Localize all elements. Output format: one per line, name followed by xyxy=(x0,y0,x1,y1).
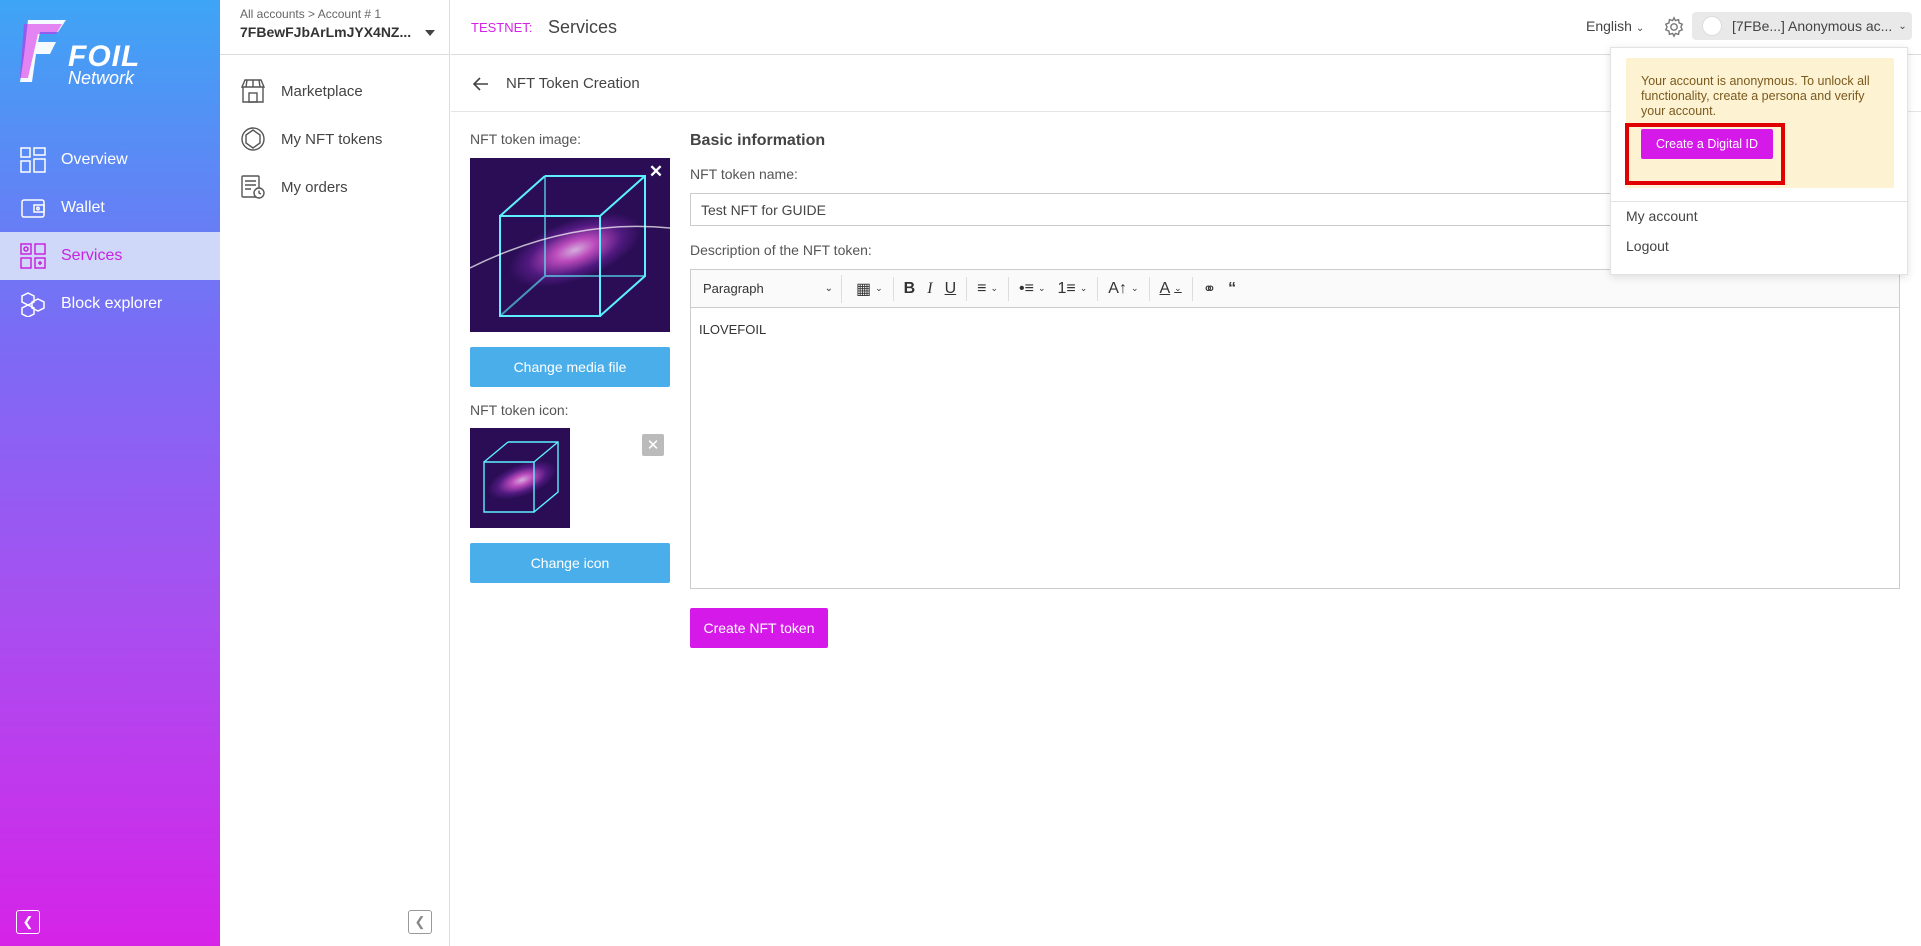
account-selector[interactable]: All accounts > Account # 1 7FBewFJbArLmJ… xyxy=(220,0,449,55)
caret-down-icon[interactable] xyxy=(425,30,435,36)
description-editor: Paragraph ⌄ ▦ ⌄ B I U ≡ ⌄ •≡ ⌄ 1≡ ⌄ A↑ ⌄ A ⌄ ⚭… xyxy=(690,269,1900,589)
bold-icon[interactable]: B xyxy=(898,275,922,303)
blockquote-icon[interactable]: “ xyxy=(1222,275,1242,303)
toolbar-divider xyxy=(892,276,894,301)
token-name-label: NFT token name: xyxy=(690,166,798,182)
toolbar-divider xyxy=(1097,276,1099,301)
paragraph-format-value: Paragraph xyxy=(703,281,764,296)
chevron-down-icon: ⌄ xyxy=(1635,23,1645,34)
language-selector[interactable]: English ⌄ xyxy=(1586,18,1644,34)
foil-logo[interactable]: FOIL Network xyxy=(18,18,139,88)
nav-item-wallet[interactable]: Wallet xyxy=(0,184,220,232)
remove-image-icon[interactable]: ✕ xyxy=(646,162,666,182)
content-title: NFT Token Creation xyxy=(506,75,640,92)
change-icon-button[interactable]: Change icon xyxy=(470,543,670,583)
toolbar-divider xyxy=(1148,276,1150,301)
sub-nav-my-orders[interactable]: My orders xyxy=(220,163,449,211)
sub-nav-label-marketplace: Marketplace xyxy=(281,82,363,100)
font-size-icon[interactable]: A↑ ⌄ xyxy=(1102,275,1144,303)
account-menu-button[interactable]: [7FBe...] Anonymous ac... ⌄ xyxy=(1692,12,1912,40)
nav-item-services[interactable]: Services xyxy=(0,232,220,280)
notice-text: Your account is anonymous. To unlock all… xyxy=(1641,74,1870,118)
block-explorer-icon xyxy=(21,292,45,317)
toolbar-divider xyxy=(1191,276,1193,301)
collapse-sidebar-button[interactable]: ❮ xyxy=(16,910,40,934)
link-icon[interactable]: ⚭ xyxy=(1197,275,1222,303)
highlight-box xyxy=(1625,123,1785,185)
sub-nav-my-nft-tokens[interactable]: My NFT tokens xyxy=(220,115,449,163)
sub-nav-label-my-nft-tokens: My NFT tokens xyxy=(281,130,383,148)
create-nft-button[interactable]: Create NFT token xyxy=(690,608,828,648)
nav-item-block-explorer[interactable]: Block explorer xyxy=(0,280,220,328)
nft-icon-label: NFT token icon: xyxy=(470,402,569,418)
page-title: Services xyxy=(548,17,618,37)
nft-tokens-icon xyxy=(241,127,265,151)
underline-icon[interactable]: U xyxy=(939,275,963,303)
nav-label-services: Services xyxy=(61,247,123,264)
main-nav: Overview Wallet Services Block explorer xyxy=(0,136,220,328)
align-icon[interactable]: ≡ ⌄ xyxy=(971,275,1004,303)
nft-token-icon xyxy=(470,428,570,528)
logout-link[interactable]: Logout xyxy=(1626,238,1669,254)
my-account-link[interactable]: My account xyxy=(1626,208,1698,224)
bulleted-list-icon[interactable]: •≡ ⌄ xyxy=(1013,275,1051,303)
nft-token-image: ✕ xyxy=(470,158,670,332)
avatar xyxy=(1702,16,1722,36)
network-badge: TESTNET: xyxy=(471,20,533,35)
chevron-down-icon: ⌄ xyxy=(1898,20,1907,32)
account-menu-label: [7FBe...] Anonymous ac... xyxy=(1732,18,1893,34)
chevron-down-icon: ⌄ xyxy=(824,283,833,294)
account-dropdown: Your account is anonymous. To unlock all… xyxy=(1610,47,1908,275)
font-color-icon[interactable]: A ⌄ xyxy=(1154,275,1188,303)
remove-icon-button[interactable]: ✕ xyxy=(642,434,664,456)
sub-sidebar: All accounts > Account # 1 7FBewFJbArLmJ… xyxy=(220,0,450,946)
orders-icon xyxy=(241,175,265,199)
nft-cube-thumbnail xyxy=(470,428,570,528)
services-nav: Marketplace My NFT tokens My orders xyxy=(220,55,449,211)
brand-sidebar: FOIL Network Overview Wallet Services Bl… xyxy=(0,0,220,946)
overview-icon xyxy=(20,147,46,173)
nav-label-wallet: Wallet xyxy=(61,199,105,216)
account-breadcrumb: All accounts > Account # 1 xyxy=(240,7,382,21)
services-icon xyxy=(20,243,46,269)
nft-cube-image xyxy=(470,158,670,332)
back-arrow-icon[interactable] xyxy=(471,74,491,94)
sub-nav-label-my-orders: My orders xyxy=(281,178,348,196)
change-media-button[interactable]: Change media file xyxy=(470,347,670,387)
gear-icon[interactable] xyxy=(1663,16,1685,38)
nft-image-label: NFT token image: xyxy=(470,131,582,147)
account-id: 7FBewFJbArLmJYX4NZ... xyxy=(240,24,412,40)
description-label: Description of the NFT token: xyxy=(690,242,872,258)
numbered-list-icon[interactable]: 1≡ ⌄ xyxy=(1052,275,1094,303)
section-title: Basic information xyxy=(690,132,826,149)
wallet-icon xyxy=(21,199,45,218)
paragraph-format-select[interactable]: Paragraph ⌄ xyxy=(697,274,842,303)
nav-label-overview: Overview xyxy=(61,151,128,168)
nav-item-overview[interactable]: Overview xyxy=(0,136,220,184)
table-icon[interactable]: ▦ ⌄ xyxy=(850,275,889,303)
italic-icon[interactable]: I xyxy=(921,275,938,303)
toolbar-divider xyxy=(966,276,968,301)
chevron-left-icon: ❮ xyxy=(22,914,34,929)
nav-label-block-explorer: Block explorer xyxy=(61,295,163,312)
dropdown-divider xyxy=(1611,201,1907,202)
editor-toolbar: Paragraph ⌄ ▦ ⌄ B I U ≡ ⌄ •≡ ⌄ 1≡ ⌄ A↑ ⌄ A ⌄ ⚭… xyxy=(691,270,1899,308)
language-label: English xyxy=(1586,18,1632,34)
collapse-subnav-button[interactable]: ❮ xyxy=(408,910,432,934)
marketplace-icon xyxy=(240,79,266,103)
toolbar-divider xyxy=(1008,276,1010,301)
sub-nav-marketplace[interactable]: Marketplace xyxy=(220,67,449,115)
chevron-left-icon: ❮ xyxy=(414,914,426,929)
foil-logo-mark xyxy=(20,20,66,82)
logo-subtitle: Network xyxy=(68,68,135,88)
editor-content[interactable]: ILOVEFOIL xyxy=(691,308,1899,351)
